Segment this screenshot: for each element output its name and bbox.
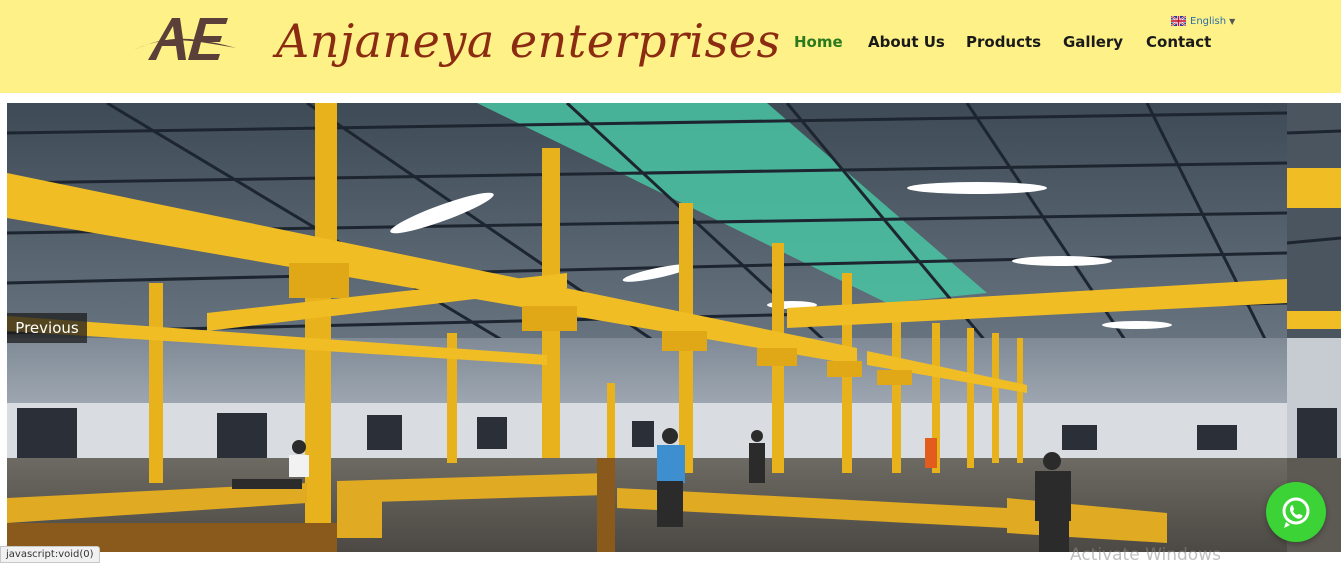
language-selector[interactable]: English ▼ [1171, 16, 1235, 27]
hero-slider[interactable] [7, 103, 1287, 552]
previous-button[interactable]: Previous [7, 313, 87, 343]
whatsapp-icon [1282, 497, 1310, 528]
logo-icon[interactable] [130, 12, 240, 70]
status-bar-url: javascript:void(0) [0, 546, 100, 563]
activate-windows-watermark: Activate Windows [1070, 545, 1221, 565]
site-header: Anjaneya enterprises Home About Us Produ… [0, 0, 1341, 93]
nav-home[interactable]: Home [794, 33, 843, 51]
nav-products[interactable]: Products [966, 33, 1041, 51]
whatsapp-button[interactable] [1266, 482, 1326, 542]
nav-gallery[interactable]: Gallery [1063, 33, 1123, 51]
brand-name[interactable]: Anjaneya enterprises [276, 14, 781, 68]
nav-about-us[interactable]: About Us [868, 33, 945, 51]
nav-contact[interactable]: Contact [1146, 33, 1211, 51]
chevron-down-icon: ▼ [1229, 17, 1236, 26]
language-label: English [1190, 16, 1227, 27]
uk-flag-icon [1171, 16, 1186, 26]
factory-hall-photo [7, 103, 1287, 552]
